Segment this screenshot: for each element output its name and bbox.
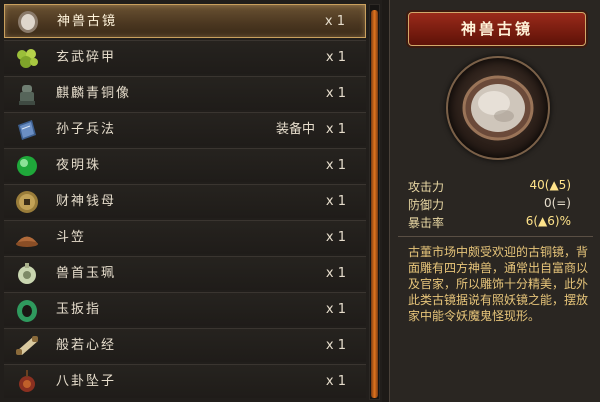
stat-defense-label: 防御力 <box>408 198 445 212</box>
inventory-row[interactable]: 神兽古镜 x 1 <box>4 4 366 38</box>
stats-block: 攻击力 40(▲5) 防御力 0(=) 暴击率 6(▲6)% <box>390 176 600 230</box>
inventory-row-qty: x 1 <box>325 302 346 317</box>
inventory-row-name: 兽首玉珮 <box>56 266 117 281</box>
inventory-row-name: 麒麟青铜像 <box>56 86 132 101</box>
inventory-row[interactable]: 玄武碎甲 x 1 <box>4 40 366 74</box>
stat-crit-value: 6(▲6)% <box>525 214 571 228</box>
inventory-row[interactable]: 八卦坠子 x 1 <box>4 364 366 398</box>
inventory-row-qty: x 1 <box>325 338 346 353</box>
inventory-row[interactable]: 兽首玉珮 x 1 <box>4 256 366 290</box>
stat-attack: 攻击力 40(▲5) <box>390 176 600 194</box>
scroll-icon <box>14 333 40 359</box>
item-title-banner: 神兽古镜 <box>408 12 586 46</box>
jade-pendant-icon <box>14 261 40 287</box>
item-description: 古董市场中颇受欢迎的古铜镜，背面雕有四方神兽，通常出自富商以及官家，所以雕饰十分… <box>408 245 589 323</box>
jade-ring-icon <box>14 297 40 323</box>
stat-attack-label: 攻击力 <box>408 180 445 194</box>
inventory-row[interactable]: 麒麟青铜像 x 1 <box>4 76 366 110</box>
inventory-row-qty: x 1 <box>325 374 346 389</box>
inventory-row-name: 八卦坠子 <box>56 374 117 389</box>
inventory-row-qty: x 1 <box>324 14 345 29</box>
book-icon <box>14 117 40 143</box>
mirror-icon <box>462 75 534 141</box>
stat-crit: 暴击率 6(▲6)% <box>390 212 600 230</box>
stat-defense: 防御力 0(=) <box>390 194 600 212</box>
inventory-row-name: 神兽古镜 <box>57 14 118 29</box>
coin-icon <box>14 189 40 215</box>
pearl-icon <box>14 153 40 179</box>
stat-defense-value: 0(=) <box>543 196 571 210</box>
inventory-row-name: 夜明珠 <box>56 158 102 173</box>
item-portrait-frame <box>446 56 550 160</box>
stat-crit-label: 暴击率 <box>408 216 445 230</box>
inventory-row[interactable]: 玉扳指 x 1 <box>4 292 366 326</box>
inventory-row-qty: x 1 <box>325 122 346 137</box>
amulet-icon <box>14 369 40 395</box>
inventory-row[interactable]: 夜明珠 x 1 <box>4 148 366 182</box>
jade-fragment-icon <box>14 45 40 71</box>
inventory-row-name: 斗笠 <box>56 230 87 245</box>
inventory-row[interactable]: 孙子兵法 装备中 x 1 <box>4 112 366 146</box>
scrollbar-thumb[interactable] <box>371 10 378 398</box>
inventory-row-qty: x 1 <box>325 230 346 245</box>
inventory-row-qty: x 1 <box>325 194 346 209</box>
inventory-row-name: 玄武碎甲 <box>56 50 117 65</box>
inventory-row[interactable]: 般若心经 x 1 <box>4 328 366 362</box>
inventory-row-qty: x 1 <box>325 158 346 173</box>
inventory-row-status: 装备中 <box>276 122 316 137</box>
bronze-statue-icon <box>14 81 40 107</box>
inventory-row-name: 玉扳指 <box>56 302 102 317</box>
item-detail-panel: 神兽古镜 攻击力 40(▲5) 防御力 0(=) 暴击率 6(▲6)% 古董市场… <box>389 0 600 402</box>
detail-divider <box>398 236 593 237</box>
inventory-list: 神兽古镜 x 1 玄武碎甲 x 1 麒麟青铜像 x 1 孙子兵法 装备中 x 1 夜明珠 x 1 财神… <box>0 0 382 402</box>
inventory-row-name: 般若心经 <box>56 338 117 353</box>
inventory-row-name: 孙子兵法 <box>56 122 117 137</box>
inventory-row-name: 财神钱母 <box>56 194 117 209</box>
inventory-row[interactable]: 斗笠 x 1 <box>4 220 366 254</box>
straw-hat-icon <box>14 225 40 251</box>
inventory-row[interactable]: 财神钱母 x 1 <box>4 184 366 218</box>
inventory-row-qty: x 1 <box>325 86 346 101</box>
stat-attack-value: 40(▲5) <box>529 178 572 192</box>
inventory-row-qty: x 1 <box>325 50 346 65</box>
mirror-icon <box>15 9 41 35</box>
inventory-row-qty: x 1 <box>325 266 346 281</box>
